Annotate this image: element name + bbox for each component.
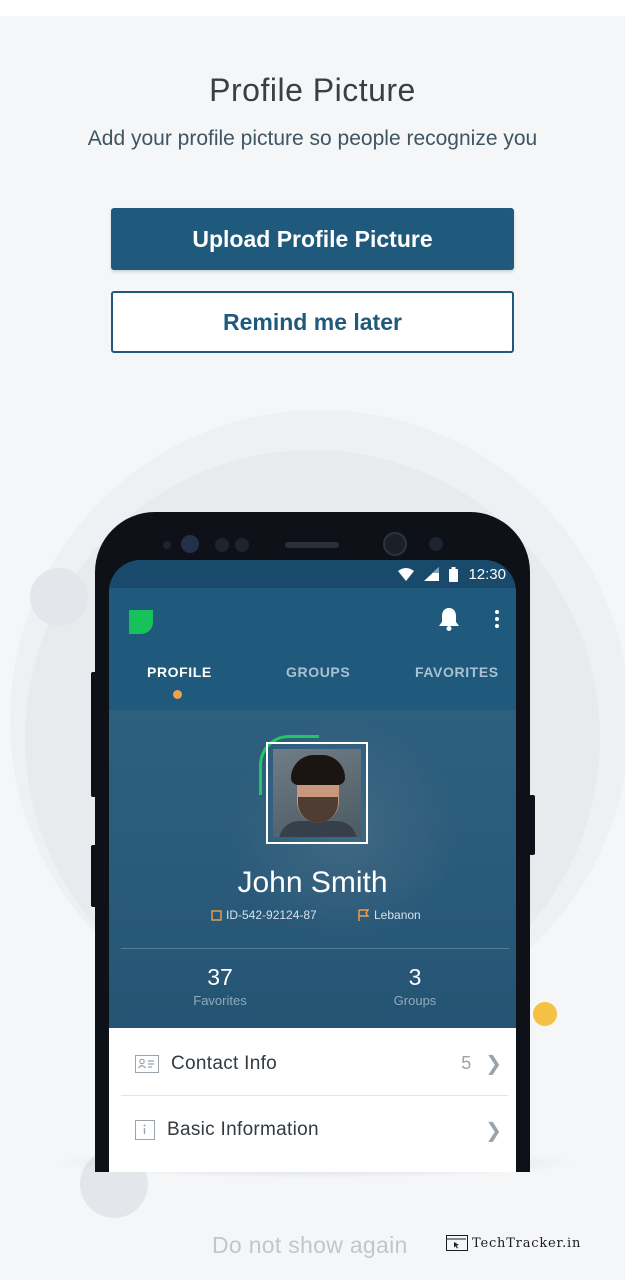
stat-favorites[interactable]: 37 Favorites bbox=[160, 964, 280, 1008]
sensor-icon bbox=[163, 541, 171, 549]
divider bbox=[121, 948, 509, 949]
tab-favorites[interactable]: FAVORITES bbox=[415, 664, 499, 680]
list-item-basic-information[interactable]: Basic Information ❯ bbox=[121, 1098, 508, 1162]
list-item-label: Contact Info bbox=[171, 1052, 278, 1074]
list-item-label: Basic Information bbox=[167, 1119, 319, 1140]
phone-screen: 12:30 PROFILE GROUPS FAVORITES John Smit… bbox=[109, 560, 516, 1172]
earpiece-speaker bbox=[285, 542, 339, 548]
info-icon bbox=[135, 1120, 155, 1140]
avatar bbox=[273, 749, 361, 837]
decorative-yellow-dot bbox=[533, 1002, 557, 1026]
stat-label: Groups bbox=[393, 993, 437, 1008]
profile-location-text: Lebanon bbox=[374, 908, 421, 922]
front-camera-icon bbox=[383, 532, 407, 556]
phone-mockup: 12:30 PROFILE GROUPS FAVORITES John Smit… bbox=[95, 512, 530, 1172]
page-title: Profile Picture bbox=[209, 72, 416, 108]
profile-header: John Smith ID-542-92124-87 Lebanon 37 Fa… bbox=[109, 710, 516, 1028]
app-bar: PROFILE GROUPS FAVORITES bbox=[109, 588, 516, 710]
sensor-icon bbox=[235, 538, 249, 552]
stat-groups[interactable]: 3 Groups bbox=[355, 964, 475, 1008]
flag-icon bbox=[358, 908, 370, 921]
sensor-icon bbox=[215, 538, 229, 552]
top-strip bbox=[0, 0, 625, 16]
remind-me-later-button[interactable]: Remind me later bbox=[111, 291, 514, 353]
contact-card-icon bbox=[135, 1054, 159, 1073]
app-logo-icon bbox=[129, 610, 153, 634]
watermark-logo-icon bbox=[446, 1235, 468, 1251]
stat-value: 3 bbox=[408, 964, 422, 990]
watermark: TechTracker.in bbox=[446, 1235, 581, 1251]
decorative-bubble bbox=[30, 568, 88, 626]
id-card-icon bbox=[211, 909, 222, 921]
tab-profile[interactable]: PROFILE bbox=[147, 664, 212, 680]
profile-id-text: ID-542-92124-87 bbox=[226, 908, 317, 922]
stat-value: 37 bbox=[207, 964, 233, 990]
profile-id: ID-542-92124-87 bbox=[211, 908, 317, 922]
profile-menu-list: Contact Info 5 ❯ Basic Information ❯ bbox=[109, 1028, 516, 1172]
watermark-text: TechTracker.in bbox=[472, 1235, 582, 1251]
do-not-show-again-link[interactable]: Do not show again bbox=[212, 1232, 408, 1259]
tab-groups[interactable]: GROUPS bbox=[286, 664, 350, 680]
chevron-right-icon: ❯ bbox=[485, 1119, 502, 1142]
sensor-icon bbox=[429, 537, 443, 551]
stat-label: Favorites bbox=[193, 993, 247, 1008]
chevron-right-icon: ❯ bbox=[485, 1053, 502, 1075]
upload-profile-picture-button[interactable]: Upload Profile Picture bbox=[111, 208, 514, 270]
status-bar: 12:30 bbox=[109, 560, 516, 588]
sensor-icon bbox=[181, 535, 199, 553]
profile-location: Lebanon bbox=[357, 908, 421, 922]
avatar-frame[interactable] bbox=[266, 742, 368, 844]
page-subtitle: Add your profile picture so people recog… bbox=[87, 127, 538, 150]
list-item-contact-info[interactable]: Contact Info 5 ❯ bbox=[121, 1032, 508, 1096]
list-item-count: 5 bbox=[461, 1053, 472, 1073]
bell-icon[interactable] bbox=[436, 606, 462, 632]
active-tab-indicator bbox=[173, 690, 182, 699]
status-time: 12:30 bbox=[468, 565, 506, 583]
signal-icon bbox=[424, 567, 440, 581]
profile-name: John Smith bbox=[237, 866, 388, 899]
wifi-icon bbox=[398, 567, 415, 581]
more-options-icon[interactable] bbox=[495, 610, 499, 631]
battery-icon bbox=[449, 566, 459, 582]
